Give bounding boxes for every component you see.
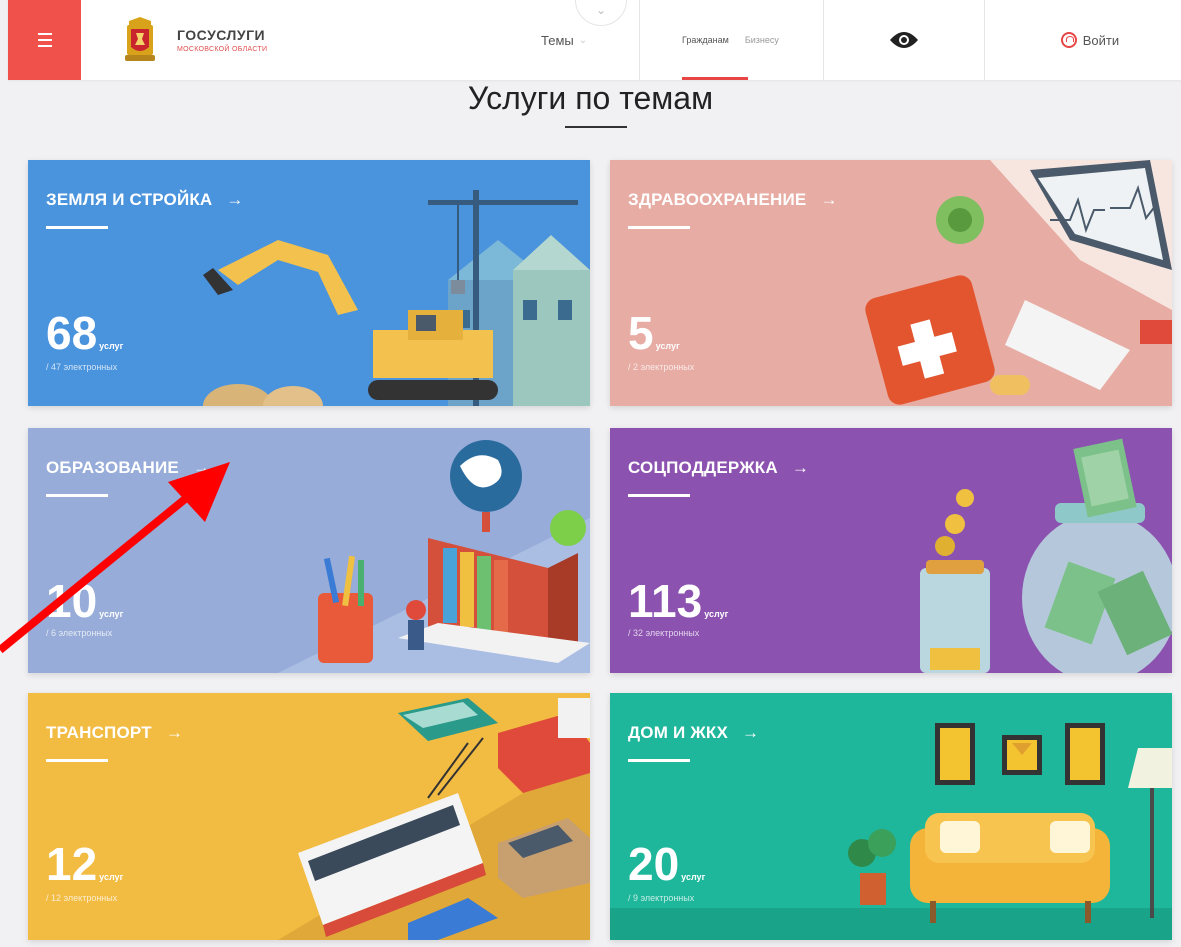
annotation-arrow-icon bbox=[0, 462, 230, 654]
